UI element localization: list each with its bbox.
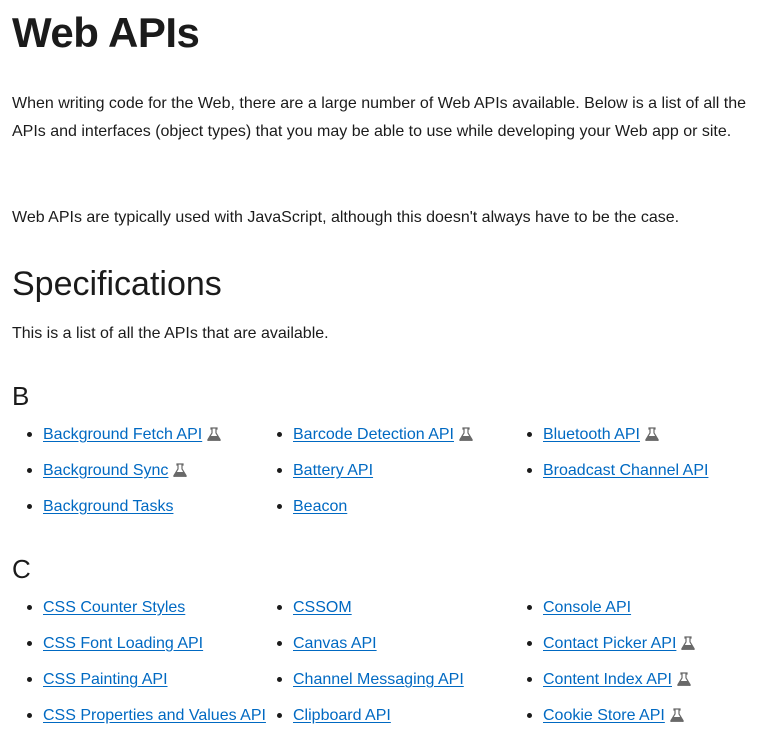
api-link[interactable]: Console API (543, 599, 631, 616)
api-list-item: Canvas API (277, 633, 464, 669)
api-link[interactable]: Bluetooth API (543, 426, 640, 443)
api-list-item: Barcode Detection API (277, 424, 473, 460)
api-link[interactable]: Canvas API (293, 635, 377, 652)
api-list-item: CSS Painting API (27, 669, 266, 705)
bullet-icon (27, 432, 32, 437)
api-list-column: CSSOM Canvas API Channel Messaging API Clip… (277, 597, 464, 741)
bullet-icon (27, 605, 32, 610)
bullet-icon (277, 504, 282, 509)
bullet-icon (527, 641, 532, 646)
experimental-flask-icon (173, 462, 188, 478)
experimental-flask-icon (681, 635, 696, 651)
api-link[interactable]: CSS Painting API (43, 671, 168, 688)
api-list-item: Bluetooth API (527, 424, 708, 460)
api-link[interactable]: Barcode Detection API (293, 426, 454, 443)
api-link[interactable]: Beacon (293, 498, 347, 515)
experimental-flask-icon (459, 426, 473, 442)
intro-paragraph: When writing code for the Web, there are… (12, 95, 747, 140)
api-link[interactable]: Battery API (293, 462, 373, 479)
bullet-icon (527, 713, 532, 718)
bullet-icon (527, 432, 532, 437)
experimental-flask-icon (670, 707, 684, 723)
api-list-item: Background Sync (27, 460, 221, 496)
api-list-item: Broadcast Channel API (527, 460, 708, 496)
api-list-item: CSS Font Loading API (27, 633, 266, 669)
api-list-item: Channel Messaging API (277, 669, 464, 705)
api-link[interactable]: CSS Counter Styles (43, 599, 185, 616)
api-list-item: Beacon (277, 496, 473, 532)
api-link[interactable]: Contact Picker API (543, 635, 676, 652)
specifications-heading: Specifications (12, 265, 222, 303)
bullet-icon (277, 713, 282, 718)
api-list-item: Content Index API (527, 669, 695, 705)
bullet-icon (527, 605, 532, 610)
api-link[interactable]: Broadcast Channel API (543, 462, 708, 479)
api-link[interactable]: Background Sync (43, 462, 168, 479)
api-link[interactable]: Cookie Store API (543, 707, 665, 724)
specifications-intro: This is a list of all the APIs that are … (12, 325, 329, 342)
api-list-item: Clipboard API (277, 705, 464, 741)
bullet-icon (27, 641, 32, 646)
api-list-item: CSS Properties and Values API (27, 705, 266, 741)
api-list-column: Barcode Detection API Battery API Beacon (277, 424, 473, 532)
api-list-item: CSS Counter Styles (27, 597, 266, 633)
api-list-column: Background Fetch API Background Sync Backg… (27, 424, 221, 532)
api-link[interactable]: Background Tasks (43, 498, 173, 515)
letter-heading-b: B (12, 381, 30, 411)
api-link[interactable]: Channel Messaging API (293, 671, 464, 688)
api-list-item: Background Tasks (27, 496, 221, 532)
bullet-icon (277, 641, 282, 646)
api-list-item: Contact Picker API (527, 633, 696, 669)
bullet-icon (27, 677, 32, 682)
api-list-item: Battery API (277, 460, 473, 496)
experimental-flask-icon (207, 426, 221, 442)
experimental-flask-icon (645, 426, 659, 442)
bullet-icon (277, 605, 282, 610)
page-title: Web APIs (12, 9, 200, 56)
api-list-item: Console API (527, 597, 695, 633)
api-list-item: Cookie Store API (527, 705, 695, 741)
api-list-column: Console API Contact Picker API Content Ind… (527, 597, 696, 741)
api-list-item: Background Fetch API (27, 424, 221, 460)
bullet-icon (27, 504, 32, 509)
letter-heading-c: C (12, 554, 31, 584)
bullet-icon (527, 677, 532, 682)
api-link[interactable]: Background Fetch API (43, 426, 202, 443)
api-link[interactable]: CSSOM (293, 599, 352, 616)
bullet-icon (527, 468, 532, 473)
api-link[interactable]: Clipboard API (293, 707, 391, 724)
api-link[interactable]: Content Index API (543, 671, 672, 688)
bullet-icon (277, 432, 282, 437)
bullet-icon (277, 677, 282, 682)
api-link[interactable]: CSS Font Loading API (43, 635, 203, 652)
api-list-column: Bluetooth API Broadcast Channel API (527, 424, 708, 496)
bullet-icon (27, 713, 32, 718)
bullet-icon (27, 468, 32, 473)
api-list-item: CSSOM (277, 597, 464, 633)
api-link[interactable]: CSS Properties and Values API (43, 707, 266, 724)
experimental-flask-icon (677, 671, 691, 687)
bullet-icon (277, 468, 282, 473)
api-list-column: CSS Counter Styles CSS Font Loading API CS… (27, 597, 266, 741)
intro-paragraph-2: Web APIs are typically used with JavaScr… (12, 209, 680, 226)
